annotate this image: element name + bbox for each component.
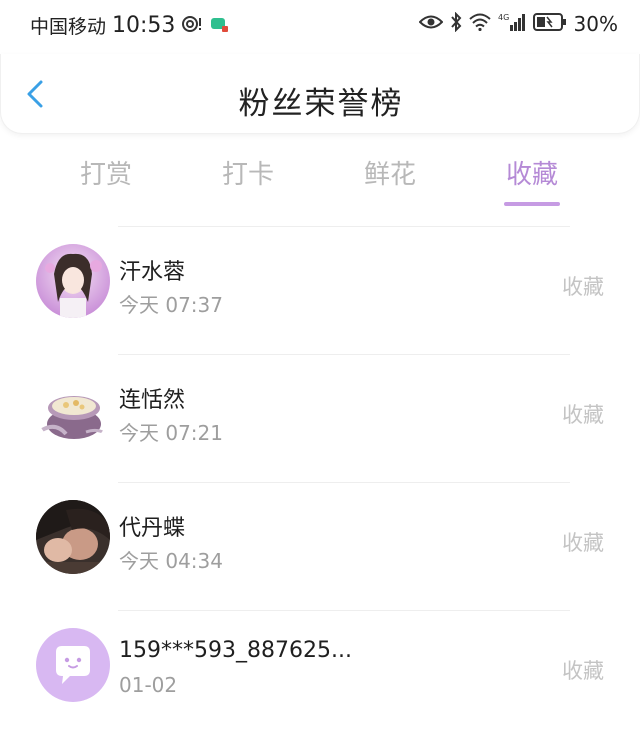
carrier-label: 中国移动 <box>30 16 107 38</box>
tab-checkin[interactable]: 打卡 <box>203 154 293 208</box>
tab-label: 打赏 <box>79 160 132 190</box>
favorite-time: 今天 07:37 <box>119 293 223 317</box>
clock: 10:53 <box>112 13 176 38</box>
default-avatar <box>36 628 110 702</box>
favorite-time: 01-02 <box>119 673 178 697</box>
favorite-time: 今天 07:21 <box>119 421 223 445</box>
list-item[interactable]: 代丹蝶 今天 04:34 收藏 <box>0 482 640 610</box>
tab-favorites[interactable]: 收藏 <box>487 154 577 208</box>
active-tab-indicator <box>504 202 560 206</box>
avatar <box>36 500 110 574</box>
svg-text:4G: 4G <box>498 13 509 22</box>
navigation-header: 粉丝荣誉榜 <box>0 54 640 134</box>
avatar <box>36 244 110 318</box>
tab-reward[interactable]: 打赏 <box>61 154 151 208</box>
notification-icon <box>181 15 203 37</box>
action-label: 收藏 <box>562 531 604 555</box>
tab-bar: 打赏 打卡 鲜花 收藏 <box>36 154 603 208</box>
eye-icon <box>418 14 443 34</box>
cellular-signal-icon: 4G <box>498 12 526 36</box>
page-title: 粉丝荣誉榜 <box>238 86 404 122</box>
app-notification-icon <box>209 15 229 37</box>
battery-percentage: 30% <box>573 12 618 36</box>
user-name: 连恬然 <box>119 388 186 413</box>
tab-label: 鲜花 <box>363 160 416 190</box>
user-name: 代丹蝶 <box>119 516 186 541</box>
status-bar: 中国移动 10:53 4G 30% <box>0 0 640 52</box>
favorite-time: 今天 04:34 <box>119 549 223 573</box>
avatar <box>36 372 110 446</box>
battery-icon <box>532 13 567 35</box>
list-item[interactable]: 159***593_887625... 01-02 收藏 <box>0 610 640 731</box>
action-label: 收藏 <box>562 403 604 427</box>
tab-flowers[interactable]: 鲜花 <box>345 154 435 208</box>
fan-list: 汗水蓉 今天 07:37 收藏 连恬然 今天 07:21 收藏 代丹蝶 今天 0… <box>0 226 640 731</box>
list-item[interactable]: 汗水蓉 今天 07:37 收藏 <box>0 226 640 354</box>
wifi-icon <box>468 13 491 35</box>
tab-label: 收藏 <box>505 160 558 190</box>
tab-label: 打卡 <box>221 160 274 190</box>
action-label: 收藏 <box>562 275 604 299</box>
user-name: 159***593_887625... <box>119 638 352 663</box>
list-item[interactable]: 连恬然 今天 07:21 收藏 <box>0 354 640 482</box>
bluetooth-icon <box>450 11 462 36</box>
user-name: 汗水蓉 <box>119 260 186 285</box>
action-label: 收藏 <box>562 659 604 683</box>
